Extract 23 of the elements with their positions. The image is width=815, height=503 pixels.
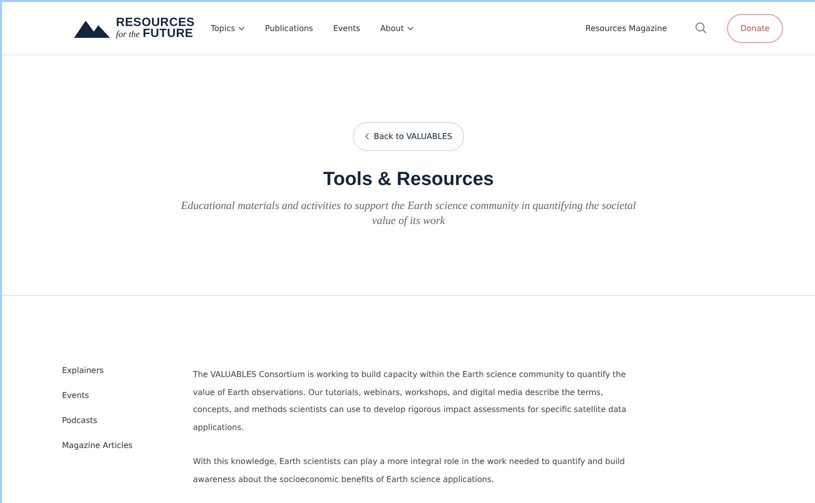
sidebar-link[interactable]: Explainers <box>62 366 104 375</box>
chevron-down-icon <box>238 26 246 30</box>
logo-tagline[interactable]: for the <box>116 28 140 40</box>
sidebar-link[interactable]: Events <box>62 391 90 400</box>
page-title: Tools & Resources <box>323 169 494 191</box>
mountain-logo-icon <box>74 18 110 38</box>
chevron-left-icon <box>364 133 369 140</box>
search-icon[interactable] <box>695 22 707 34</box>
donate-button[interactable]: Donate <box>727 14 783 42</box>
logo-text[interactable]: RESOURCES <box>116 16 195 28</box>
sidebar-link[interactable]: Podcasts <box>62 416 98 425</box>
logo-text[interactable]: FUTURE <box>142 28 194 38</box>
sidebar-link[interactable]: Magazine Articles <box>62 441 133 450</box>
chevron-down-icon <box>406 26 414 30</box>
body-paragraph: The VALUABLES Consortium is working to build capacity within the Earth science community to quantify the value of Earth observations. Our tutorials, webinars, workshops, and digital media describe the terms, concepts, and methods scientists can use to develop rigorous impact assessments for specific satellite data applications. <box>193 369 628 434</box>
nav-link[interactable]: Events <box>333 24 360 32</box>
back-button[interactable]: Back to VALUABLES <box>352 122 464 151</box>
page-subtitle: Educational materials and activities to support the Earth science community in quantifying the societal value of its work <box>180 199 637 229</box>
magazine-link[interactable]: Resources Magazine <box>585 24 667 32</box>
nav-link[interactable]: About <box>380 24 414 32</box>
body-paragraph: With this knowledge, Earth scientists can play a more integral role in the work needed to quantify and build awareness about the socioeconomic benefits of Earth science applications. <box>193 456 626 486</box>
nav-link[interactable]: Publications <box>265 24 314 32</box>
nav-link[interactable]: Topics <box>210 24 246 32</box>
